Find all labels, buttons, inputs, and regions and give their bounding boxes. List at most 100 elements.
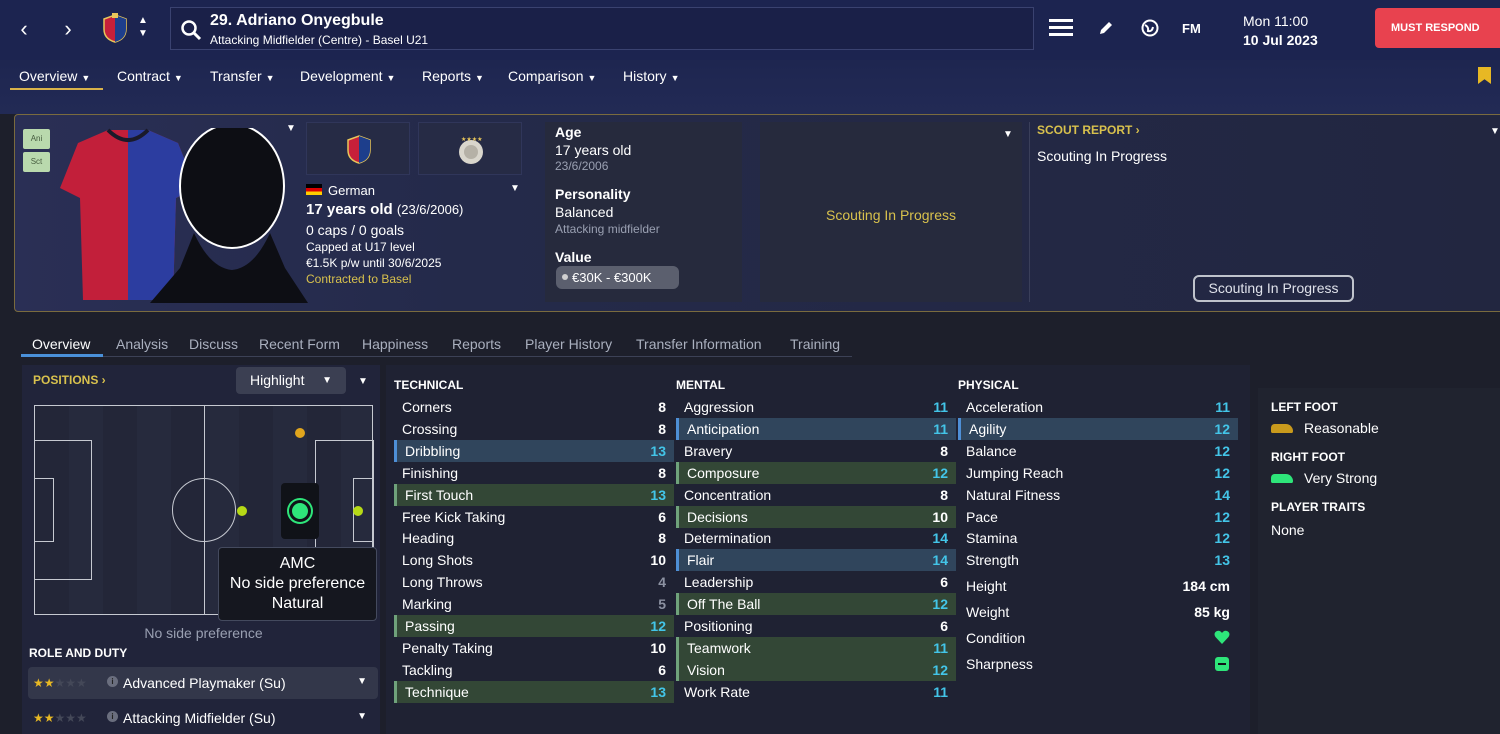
attribute-row[interactable]: Off The Ball 12 — [676, 593, 956, 616]
selected-position-tile[interactable] — [281, 483, 319, 539]
nationality-dropdown-icon[interactable]: ▼ — [510, 183, 520, 194]
scout-report-link[interactable]: SCOUT REPORT › — [1037, 123, 1140, 137]
attribute-row[interactable]: Marking 5 — [394, 593, 674, 615]
menu-reports[interactable]: Reports ▼ — [422, 68, 484, 84]
attribute-row[interactable]: Composure 12 — [676, 461, 956, 484]
attribute-row[interactable]: Long Throws 4 — [394, 571, 674, 593]
tab-player-history[interactable]: Player History — [525, 336, 612, 352]
scouting-in-progress-button[interactable]: Scouting In Progress — [1193, 275, 1354, 302]
right-boot-icon — [1271, 474, 1293, 483]
attribute-row[interactable]: Anticipation 11 — [676, 417, 956, 440]
attribute-row[interactable]: Bravery 8 — [676, 440, 956, 462]
role-row[interactable]: ★★★★★ i Advanced Playmaker (Su) ▼ — [28, 667, 378, 699]
position-dot-amc[interactable] — [289, 500, 311, 522]
club-crest-box[interactable] — [306, 122, 410, 175]
menu-transfer[interactable]: Transfer ▼ — [210, 68, 275, 84]
menu-overview[interactable]: Overview ▼ — [19, 68, 90, 84]
nation-crest-box[interactable]: ★★★★ — [418, 122, 522, 175]
search-icon[interactable] — [180, 19, 202, 41]
attribute-row[interactable]: Pace 12 — [958, 506, 1238, 528]
attribute-row[interactable]: Balance 12 — [958, 440, 1238, 462]
hero-collapse-icon[interactable]: ▼ — [286, 123, 296, 134]
attribute-row[interactable]: Technique 13 — [394, 680, 674, 703]
attribute-name: Long Throws — [402, 574, 483, 591]
attribute-row[interactable]: Aggression 11 — [676, 396, 956, 418]
value-range-pill[interactable]: €30K - €300K — [556, 266, 679, 289]
tab-recent-form[interactable]: Recent Form — [259, 336, 340, 352]
menu-development[interactable]: Development ▼ — [300, 68, 395, 84]
position-dot-st[interactable] — [295, 428, 305, 438]
must-respond-button[interactable]: MUST RESPOND — [1375, 8, 1500, 48]
tab-reports[interactable]: Reports — [452, 336, 501, 352]
menu-icon[interactable] — [1049, 19, 1073, 37]
attribute-row[interactable]: Acceleration 11 — [958, 396, 1238, 418]
menu-label: Transfer — [210, 68, 262, 84]
attribute-name: Teamwork — [687, 639, 751, 656]
attribute-row[interactable]: Vision 12 — [676, 658, 956, 681]
tab-happiness[interactable]: Happiness — [362, 336, 428, 352]
attribute-row[interactable]: Natural Fitness 14 — [958, 484, 1238, 506]
attribute-row[interactable]: Leadership 6 — [676, 571, 956, 593]
attribute-row[interactable]: Flair 14 — [676, 549, 956, 572]
chevron-down-icon[interactable]: ▼ — [357, 711, 367, 722]
attribute-row[interactable]: Positioning 6 — [676, 615, 956, 637]
info-icon[interactable]: i — [107, 676, 118, 687]
attribute-row[interactable]: Strength 13 — [958, 549, 1238, 571]
condition-label: Condition — [966, 630, 1026, 646]
attribute-name: Crossing — [402, 420, 458, 437]
date-box[interactable]: Mon 11:00 10 Jul 2023 — [1234, 6, 1362, 50]
fm-logo[interactable]: FM — [1182, 21, 1201, 36]
ani-badge[interactable]: Ani — [23, 129, 50, 149]
attribute-row[interactable]: Passing 12 — [394, 615, 674, 637]
attribute-row[interactable]: Crossing 8 — [394, 418, 674, 440]
edit-icon[interactable] — [1098, 20, 1114, 36]
attribute-row[interactable]: First Touch 13 — [394, 483, 674, 506]
sct-badge[interactable]: Sct — [23, 152, 50, 172]
attribute-name: Finishing — [402, 464, 459, 481]
position-dot-amr[interactable] — [353, 506, 363, 516]
scout-report-dropdown-icon[interactable]: ▼ — [1490, 126, 1500, 137]
forward-arrow-icon[interactable]: › — [56, 18, 80, 42]
attribute-row[interactable]: Concentration 8 — [676, 484, 956, 506]
attribute-row[interactable]: Finishing 8 — [394, 462, 674, 484]
attribute-value: 6 — [658, 508, 666, 525]
menu-comparison[interactable]: Comparison ▼ — [508, 68, 596, 84]
attribute-row[interactable]: Stamina 12 — [958, 527, 1238, 549]
club-crest-icon[interactable] — [102, 13, 128, 43]
attribute-row[interactable]: Corners 8 — [394, 396, 674, 418]
menu-label: Development — [300, 68, 383, 84]
tab-transfer-information[interactable]: Transfer Information — [636, 336, 762, 352]
attribute-row[interactable]: Determination 14 — [676, 527, 956, 549]
attribute-row[interactable]: Work Rate 11 — [676, 681, 956, 703]
attribute-row[interactable]: Jumping Reach 12 — [958, 462, 1238, 484]
attribute-row[interactable]: Tackling 6 — [394, 659, 674, 681]
position-dot-mc[interactable] — [237, 506, 247, 516]
menu-history[interactable]: History ▼ — [623, 68, 679, 84]
highlight-dropdown[interactable]: Highlight ▼ — [236, 367, 346, 394]
attribute-row[interactable]: Penalty Taking 10 — [394, 637, 674, 659]
chevron-down-icon: ▼ — [265, 73, 275, 83]
attribute-row[interactable]: Teamwork 11 — [676, 636, 956, 659]
info-icon[interactable]: i — [107, 711, 118, 722]
scouting-dropdown-icon[interactable]: ▼ — [1003, 129, 1013, 140]
tab-analysis[interactable]: Analysis — [116, 336, 168, 352]
attribute-row[interactable]: Dribbling 13 — [394, 439, 674, 462]
positions-options-icon[interactable]: ▼ — [358, 376, 368, 387]
tab-training[interactable]: Training — [790, 336, 840, 352]
attribute-row[interactable]: Heading 8 — [394, 527, 674, 549]
attribute-row[interactable]: Agility 12 — [958, 417, 1238, 440]
contracted-club-link[interactable]: Contracted to Basel — [306, 272, 411, 286]
tab-overview[interactable]: Overview — [32, 336, 90, 352]
attribute-row[interactable]: Free Kick Taking 6 — [394, 506, 674, 528]
positions-link[interactable]: POSITIONS › — [33, 373, 106, 387]
role-row[interactable]: ★★★★★ i Attacking Midfielder (Su) ▼ — [28, 702, 378, 734]
tab-discuss[interactable]: Discuss — [189, 336, 238, 352]
globe-icon[interactable] — [1141, 19, 1159, 37]
player-header-search[interactable]: 29. Adriano Onyegbule Attacking Midfield… — [170, 7, 1034, 50]
attribute-row[interactable]: Long Shots 10 — [394, 549, 674, 571]
attribute-row[interactable]: Decisions 10 — [676, 505, 956, 528]
menu-contract[interactable]: Contract ▼ — [117, 68, 183, 84]
back-arrow-icon[interactable]: ‹ — [12, 18, 36, 42]
player-switch-icon[interactable]: ▲ ▼ — [138, 14, 148, 40]
chevron-down-icon[interactable]: ▼ — [357, 676, 367, 687]
